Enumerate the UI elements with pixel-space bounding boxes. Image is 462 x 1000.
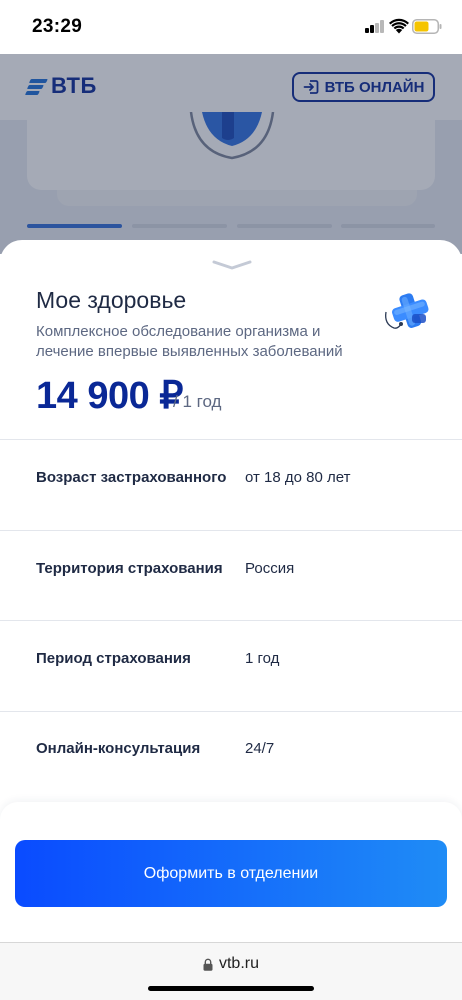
row-value-online-consultation: 24/7 bbox=[245, 740, 275, 757]
product-subtitle: Комплексное обследование организма и леч… bbox=[36, 323, 343, 360]
medical-cross-3d-icon bbox=[385, 293, 429, 329]
wifi-icon bbox=[389, 18, 409, 34]
product-price: 14 900 ₽ bbox=[36, 375, 183, 417]
divider bbox=[0, 711, 462, 712]
modal-backdrop[interactable] bbox=[0, 54, 462, 254]
divider bbox=[0, 439, 462, 440]
url-text: vtb.ru bbox=[218, 955, 259, 972]
status-time: 23:29 bbox=[32, 16, 83, 37]
row-label-online-consultation: Онлайн-консультация bbox=[36, 740, 201, 757]
divider bbox=[0, 620, 462, 621]
sheet-footer: Оформить в отделении bbox=[0, 802, 462, 944]
price-period: / 1 год bbox=[173, 392, 222, 411]
status-bar: 23:29 bbox=[0, 0, 462, 54]
browser-address-bar[interactable]: vtb.ru bbox=[0, 942, 462, 1000]
row-value-territory: Россия bbox=[245, 560, 295, 577]
apply-at-branch-button[interactable]: Оформить в отделении bbox=[15, 840, 447, 907]
row-value-period: 1 год bbox=[245, 650, 280, 667]
product-title: Мое здоровье bbox=[36, 287, 187, 313]
apply-at-branch-label: Оформить в отделении bbox=[143, 864, 319, 882]
row-value-insured-age: от 18 до 80 лет bbox=[245, 469, 351, 486]
divider bbox=[0, 530, 462, 531]
battery-icon bbox=[412, 19, 442, 34]
row-label-territory: Территория страхования bbox=[36, 560, 223, 577]
product-bottom-sheet: Мое здоровье Комплексное обследование ор… bbox=[0, 240, 462, 1000]
lock-icon bbox=[203, 958, 213, 971]
home-indicator[interactable] bbox=[148, 986, 314, 991]
cellular-signal-icon bbox=[365, 20, 385, 33]
row-label-period: Период страхования bbox=[36, 650, 191, 667]
chevron-down-icon[interactable] bbox=[212, 260, 252, 270]
row-label-insured-age: Возраст застрахованного bbox=[36, 469, 227, 486]
